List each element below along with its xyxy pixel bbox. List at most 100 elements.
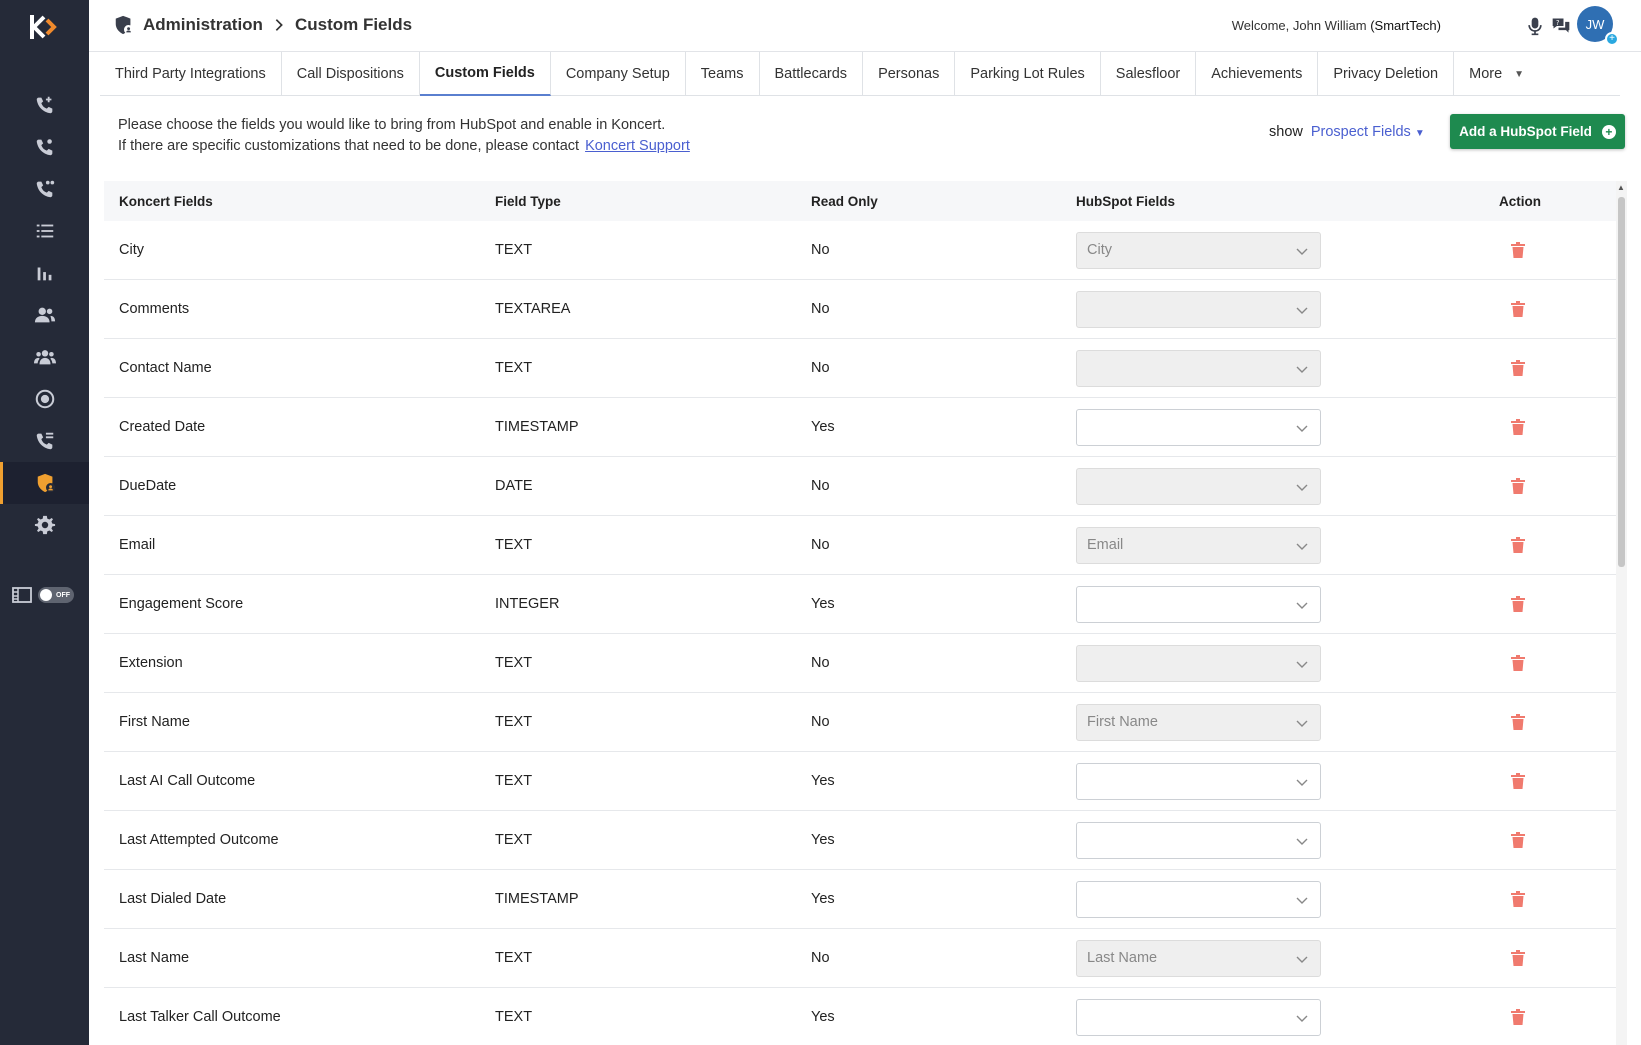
- toggle-switch[interactable]: OFF: [38, 587, 74, 603]
- shield-user-icon: [37, 473, 56, 493]
- field-type: INTEGER: [495, 596, 560, 612]
- hubspot-field-select[interactable]: [1076, 585, 1321, 623]
- scrollbar-thumb[interactable]: [1618, 197, 1625, 567]
- prospect-fields-select[interactable]: Prospect Fields ▼: [1311, 124, 1425, 140]
- hubspot-field-select[interactable]: [1076, 821, 1321, 859]
- intro-line-1: Please choose the fields you would like …: [118, 117, 666, 133]
- record-icon: [35, 389, 54, 409]
- nav-flow-dialer[interactable]: [0, 126, 89, 168]
- svg-text:?: ?: [1556, 19, 1560, 27]
- tab-achievements[interactable]: Achievements: [1196, 52, 1319, 96]
- nav-contacts[interactable]: [0, 294, 89, 336]
- trash-icon[interactable]: [1511, 950, 1525, 966]
- table-row: Email TEXT No Email: [104, 516, 1616, 575]
- table-row: Last Name TEXT No Last Name: [104, 929, 1616, 988]
- field-type: DATE: [495, 478, 533, 494]
- trash-icon[interactable]: [1511, 242, 1525, 258]
- field-name: First Name: [119, 714, 190, 730]
- scroll-up-icon[interactable]: ▲: [1617, 183, 1625, 192]
- users-icon: [34, 307, 55, 323]
- trash-icon[interactable]: [1511, 714, 1525, 730]
- table-row: Last Attempted Outcome TEXT Yes: [104, 811, 1616, 870]
- trash-icon[interactable]: [1511, 537, 1525, 553]
- intro-line-2: If there are specific customizations tha…: [118, 138, 580, 154]
- tab-privacy-deletion[interactable]: Privacy Deletion: [1318, 52, 1455, 96]
- field-name: Last AI Call Outcome: [119, 773, 256, 789]
- hubspot-field-select: [1076, 644, 1321, 682]
- chevron-down-icon: [1296, 366, 1308, 373]
- tab-salesfloor[interactable]: Salesfloor: [1101, 52, 1197, 96]
- field-read-only: No: [811, 714, 830, 730]
- trash-icon[interactable]: [1511, 1009, 1525, 1025]
- field-read-only: No: [811, 537, 830, 553]
- chevron-down-icon: [1296, 307, 1308, 314]
- shield-user-icon: [115, 15, 134, 35]
- tab-custom-fields[interactable]: Custom Fields: [419, 52, 551, 96]
- table-scrollbar[interactable]: ▲: [1616, 181, 1627, 1045]
- gear-icon: [34, 515, 55, 535]
- group-icon: [33, 350, 56, 365]
- field-name: Extension: [119, 655, 183, 671]
- nav-lists[interactable]: [0, 210, 89, 252]
- koncert-logo[interactable]: [28, 12, 62, 42]
- trash-icon[interactable]: [1511, 419, 1525, 435]
- chevron-right-icon: [275, 19, 283, 31]
- nav-parallel-dialer[interactable]: [0, 168, 89, 210]
- field-name: Created Date: [119, 419, 206, 435]
- table-row: Last Talker Call Outcome TEXT Yes: [104, 988, 1616, 1045]
- field-name: DueDate: [119, 478, 177, 494]
- field-read-only: No: [811, 301, 830, 317]
- trash-icon[interactable]: [1511, 301, 1525, 317]
- chevron-down-icon: [1296, 661, 1308, 668]
- field-read-only: Yes: [811, 1009, 835, 1025]
- phone-plus-icon: [36, 96, 52, 114]
- demo-mode-toggle[interactable]: OFF: [12, 586, 74, 604]
- field-filter: show Prospect Fields ▼: [1269, 124, 1425, 140]
- tab-parking-lot-rules[interactable]: Parking Lot Rules: [955, 52, 1101, 96]
- nav-recordings[interactable]: [0, 378, 89, 420]
- trash-icon[interactable]: [1511, 773, 1525, 789]
- tab-personas[interactable]: Personas: [863, 52, 956, 96]
- nav-power-dialer[interactable]: [0, 84, 89, 126]
- admin-tabs: Third Party Integrations Call Dispositio…: [100, 52, 1620, 96]
- tab-third-party-integrations[interactable]: Third Party Integrations: [100, 52, 282, 96]
- list-icon: [36, 224, 53, 238]
- hubspot-field-value: Last Name: [1087, 950, 1158, 966]
- trash-icon[interactable]: [1511, 655, 1525, 671]
- trash-icon[interactable]: [1511, 360, 1525, 376]
- chat-help-icon[interactable]: ?: [1551, 16, 1571, 36]
- hubspot-field-select[interactable]: [1076, 998, 1321, 1036]
- breadcrumb-section[interactable]: Administration: [143, 15, 263, 35]
- hubspot-field-select[interactable]: [1076, 762, 1321, 800]
- caret-down-icon: ▼: [1414, 128, 1425, 139]
- plus-circle-icon: +: [1601, 124, 1616, 139]
- trash-icon[interactable]: [1511, 596, 1525, 612]
- tab-company-setup[interactable]: Company Setup: [551, 52, 686, 96]
- show-label: show: [1269, 124, 1303, 140]
- nav-call-log[interactable]: [0, 420, 89, 462]
- field-name: Contact Name: [119, 360, 212, 376]
- add-hubspot-field-button[interactable]: Add a HubSpot Field +: [1450, 114, 1625, 149]
- trash-icon[interactable]: [1511, 832, 1525, 848]
- microphone-icon[interactable]: [1525, 16, 1545, 36]
- hubspot-field-select[interactable]: [1076, 408, 1321, 446]
- tab-teams[interactable]: Teams: [686, 52, 760, 96]
- field-type: TEXT: [495, 714, 533, 730]
- field-type: TEXT: [495, 1009, 533, 1025]
- nav-settings[interactable]: [0, 504, 89, 546]
- nav-teams[interactable]: [0, 336, 89, 378]
- field-type: TIMESTAMP: [495, 891, 579, 907]
- nav-administration[interactable]: [0, 462, 89, 504]
- trash-icon[interactable]: [1511, 891, 1525, 907]
- tab-battlecards[interactable]: Battlecards: [760, 52, 864, 96]
- field-read-only: No: [811, 242, 830, 258]
- trash-icon[interactable]: [1511, 478, 1525, 494]
- field-type: TEXT: [495, 950, 533, 966]
- hubspot-field-select[interactable]: [1076, 880, 1321, 918]
- tab-call-dispositions[interactable]: Call Dispositions: [282, 52, 420, 96]
- nav-reports[interactable]: [0, 252, 89, 294]
- tab-more[interactable]: More ▼: [1454, 52, 1539, 96]
- table-row: First Name TEXT No First Name: [104, 693, 1616, 752]
- chevron-down-icon: [1296, 897, 1308, 904]
- koncert-support-link[interactable]: Koncert Support: [585, 138, 690, 154]
